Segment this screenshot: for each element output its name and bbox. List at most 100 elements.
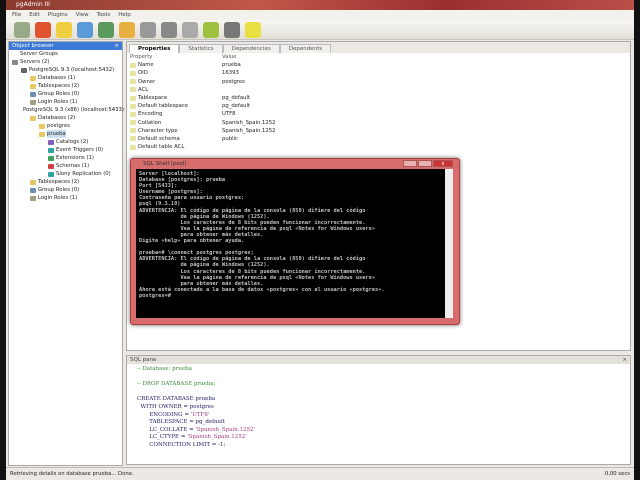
filter-data-icon[interactable] xyxy=(161,21,177,38)
property-row[interactable]: Default table ACL xyxy=(127,143,630,151)
delete-icon[interactable] xyxy=(98,21,114,38)
sql-pane-title: SQL pane xyxy=(130,357,157,363)
property-icon xyxy=(130,144,136,150)
property-row[interactable]: Collation Spanish_Spain.1252 xyxy=(127,119,630,127)
tree-item-label: Slony Replication (0) xyxy=(56,171,111,177)
tree-node-icon xyxy=(21,67,27,73)
property-icon xyxy=(130,87,136,93)
tree-item-label: Event Triggers (0) xyxy=(56,147,104,153)
property-name: Owner xyxy=(127,78,222,86)
tree-node-icon xyxy=(48,155,54,161)
property-icon xyxy=(130,103,136,109)
hint-icon[interactable] xyxy=(224,21,240,38)
tree-item[interactable]: PostgreSQL 9.3 (localhost:5432) xyxy=(9,66,122,74)
plugins-icon[interactable] xyxy=(203,21,219,38)
property-name: Character type xyxy=(127,127,222,135)
tree-node-icon xyxy=(30,99,36,105)
refresh-icon[interactable] xyxy=(35,21,51,38)
property-value: pg_default xyxy=(222,94,251,101)
close-icon[interactable]: × xyxy=(622,356,627,364)
property-label: ACL xyxy=(138,86,149,93)
maintenance-icon[interactable] xyxy=(182,21,198,38)
copy-icon[interactable] xyxy=(77,21,93,38)
tree-item-label: PostgreSQL 9.3 (localhost:5432) xyxy=(29,67,115,73)
tree-item[interactable]: prueba xyxy=(9,130,122,138)
tree-item[interactable]: Catalogs (2) xyxy=(9,138,122,146)
property-row[interactable]: Default tablespace pg_default xyxy=(127,102,630,110)
property-icon xyxy=(130,62,136,68)
tree-item[interactable]: Group Roles (0) xyxy=(9,186,122,194)
menu-edit[interactable]: Edit xyxy=(29,10,40,20)
maximize-button[interactable] xyxy=(418,160,432,167)
status-message: Retrieving details on database prueba...… xyxy=(10,471,134,477)
menu-help[interactable]: Help xyxy=(118,10,131,20)
object-browser-title: Object browser xyxy=(12,43,54,49)
tab-dependents[interactable]: Dependents xyxy=(279,44,332,53)
menu-view[interactable]: View xyxy=(76,10,89,20)
tree-item-label: Login Roles (1) xyxy=(38,99,78,105)
property-name: OID xyxy=(127,69,222,77)
tree-node-icon xyxy=(39,123,45,129)
view-data-icon[interactable] xyxy=(140,21,156,38)
property-row[interactable]: Tablespace pg_default xyxy=(127,94,630,102)
menu-bar: File Edit Plugins View Tools Help xyxy=(6,10,634,20)
toolbar xyxy=(6,20,634,40)
tree-item-label: Group Roles (0) xyxy=(38,187,80,193)
property-value: Spanish_Spain.1252 xyxy=(222,127,276,134)
property-label: Default tablespace xyxy=(138,103,188,110)
tree-item[interactable]: Extensions (1) xyxy=(9,154,122,162)
sql-query-icon[interactable] xyxy=(119,21,135,38)
tree-item[interactable]: Server Groups xyxy=(9,50,122,58)
console-output[interactable]: Server [localhost]: Database [postgres]:… xyxy=(136,169,453,318)
tab-statistics[interactable]: Statistics xyxy=(179,44,223,53)
help-icon[interactable] xyxy=(245,21,261,38)
property-row[interactable]: Encoding UTF8 xyxy=(127,110,630,118)
property-value: pg_default xyxy=(222,103,251,110)
property-row[interactable]: Character type Spanish_Spain.1252 xyxy=(127,127,630,135)
title-bar: pgAdmin III xyxy=(6,0,634,10)
tree-item[interactable]: Login Roles (1) xyxy=(9,98,122,106)
close-icon[interactable]: × xyxy=(114,42,119,50)
property-row[interactable]: Name prueba xyxy=(127,61,630,69)
tree-item[interactable]: Databases (1) xyxy=(9,74,122,82)
property-row[interactable]: Owner postgres xyxy=(127,78,630,86)
property-row[interactable]: OID 16393 xyxy=(127,69,630,77)
tree-item-label: Tablespaces (2) xyxy=(38,179,80,185)
property-icon xyxy=(130,120,136,126)
tree-item-label: Login Roles (1) xyxy=(38,195,78,201)
tab-properties[interactable]: Properties xyxy=(129,44,180,53)
tree-item[interactable]: PostgreSQL 9.3 (x86) (localhost:5433) xyxy=(9,106,124,114)
tab-dependencies[interactable]: Dependencies xyxy=(222,44,280,53)
folder-icon[interactable] xyxy=(56,21,72,38)
property-row[interactable]: Default schema public xyxy=(127,135,630,143)
tree-item-label: Servers (2) xyxy=(20,59,50,65)
tree-item[interactable]: Slony Replication (0) xyxy=(9,170,122,178)
tree-node-icon xyxy=(48,163,54,169)
psql-console-window[interactable]: SQL Shell (psql) x Server [localhost]: D… xyxy=(130,158,460,325)
tree-item-label: prueba xyxy=(47,130,66,138)
property-row[interactable]: ACL xyxy=(127,86,630,94)
tree-item[interactable]: Tablespaces (2) xyxy=(9,178,122,186)
tree-item-label: Tablespaces (2) xyxy=(38,83,80,89)
tree-node-icon xyxy=(30,179,36,185)
status-bar: Retrieving details on database prueba...… xyxy=(6,467,634,480)
connect-icon[interactable] xyxy=(14,21,30,38)
minimize-button[interactable] xyxy=(403,160,417,167)
tree-node-icon xyxy=(30,75,36,81)
tree-item[interactable]: Group Roles (0) xyxy=(9,90,122,98)
scrollbar[interactable] xyxy=(445,169,453,318)
close-button[interactable]: x xyxy=(433,160,453,167)
tree-item[interactable]: postgres xyxy=(9,122,122,130)
property-name: Encoding xyxy=(127,110,222,118)
tree-item[interactable]: Databases (2) xyxy=(9,114,122,122)
menu-file[interactable]: File xyxy=(12,10,21,20)
tree-item[interactable]: Schemas (1) xyxy=(9,162,122,170)
tab-bar: Properties Statistics Dependencies Dependen… xyxy=(127,42,630,53)
tree-item[interactable]: Servers (2) xyxy=(9,58,122,66)
menu-tools[interactable]: Tools xyxy=(97,10,111,20)
tree-item[interactable]: Login Roles (1) xyxy=(9,194,122,202)
tree-item[interactable]: Event Triggers (0) xyxy=(9,146,122,154)
sql-text[interactable]: -- Database: prueba -- DROP DATABASE pru… xyxy=(127,364,630,452)
menu-plugins[interactable]: Plugins xyxy=(48,10,68,20)
tree-item[interactable]: Tablespaces (2) xyxy=(9,82,122,90)
